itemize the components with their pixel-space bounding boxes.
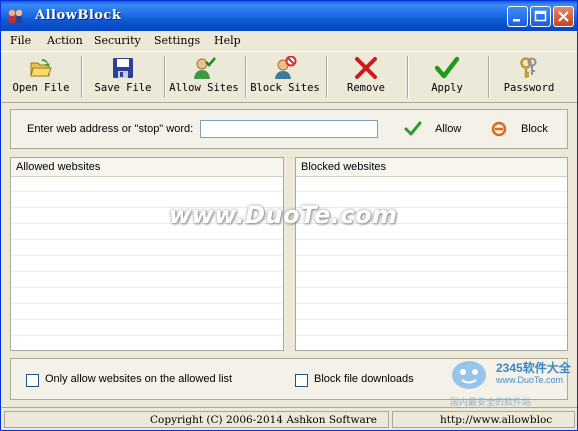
apply-button[interactable]: Apply: [410, 52, 484, 102]
allow-user-icon: [194, 57, 216, 79]
menu-security[interactable]: Security: [94, 34, 141, 47]
menu-bar: File Action Security Settings Help: [1, 31, 577, 51]
blocked-websites-list[interactable]: Blocked websites: [295, 157, 568, 351]
apply-label: Apply: [431, 82, 463, 94]
status-bar: Copyright (C) 2006-2014 Ashkon Software …: [1, 407, 577, 430]
remove-x-icon: [355, 57, 377, 79]
open-file-label: Open File: [12, 82, 70, 94]
block-downloads-checkbox[interactable]: [295, 374, 308, 387]
only-allow-checkbox[interactable]: [26, 374, 39, 387]
floppy-disk-icon: [113, 58, 133, 78]
allowed-websites-list[interactable]: Allowed websites: [10, 157, 284, 351]
tag-watermark: 国内最安全的软件站: [450, 397, 532, 407]
password-keys-icon: [520, 57, 537, 78]
apply-check-icon: [435, 56, 459, 79]
mascot-logo-icon: [452, 361, 486, 389]
window-title: AllowBlock: [35, 8, 122, 23]
app-icon: [7, 8, 25, 24]
only-allow-label[interactable]: Only allow websites on the allowed list: [45, 373, 232, 385]
block-user-icon: [275, 56, 297, 79]
minimize-button[interactable]: [507, 6, 528, 27]
menu-action[interactable]: Action: [47, 34, 83, 47]
block-icon[interactable]: [491, 121, 507, 141]
title-bar[interactable]: AllowBlock: [1, 1, 577, 31]
remove-label: Remove: [347, 82, 385, 94]
url-status: http://www.allowbloc: [392, 411, 575, 428]
duote-watermark: www.DuoTe.com: [169, 201, 398, 229]
block-link[interactable]: Block: [521, 123, 548, 135]
brand-watermark: 2345软件大全: [496, 361, 571, 375]
menu-file[interactable]: File: [10, 34, 31, 47]
save-file-button[interactable]: Save File: [85, 52, 161, 102]
blocked-websites-header[interactable]: Blocked websites: [296, 158, 567, 177]
address-input-panel: Enter web address or "stop" word: Allow …: [10, 109, 568, 149]
allow-link[interactable]: Allow: [435, 123, 461, 135]
password-button[interactable]: Password: [491, 52, 567, 102]
app-window: AllowBlock File Action Security Settings…: [0, 0, 578, 431]
allow-sites-button[interactable]: Allow Sites: [167, 52, 241, 102]
open-file-button[interactable]: Open File: [5, 52, 77, 102]
corner-watermark: 2345软件大全 www.DuoTe.com 国内最安全的软件站: [446, 353, 576, 407]
allowed-websites-header[interactable]: Allowed websites: [11, 158, 283, 177]
allow-sites-label: Allow Sites: [169, 82, 239, 94]
address-prompt: Enter web address or "stop" word:: [27, 123, 194, 135]
allow-check-icon[interactable]: [404, 120, 422, 142]
password-label: Password: [503, 82, 555, 94]
block-sites-label: Block Sites: [250, 82, 320, 94]
close-button[interactable]: [553, 6, 574, 27]
menu-settings[interactable]: Settings: [154, 34, 200, 47]
block-sites-button[interactable]: Block Sites: [248, 52, 322, 102]
toolbar: Open File Save File Allow Sites Block Si…: [1, 51, 577, 103]
block-downloads-label[interactable]: Block file downloads: [314, 373, 414, 385]
remove-button[interactable]: Remove: [329, 52, 403, 102]
maximize-button[interactable]: [530, 6, 551, 27]
copyright-status: Copyright (C) 2006-2014 Ashkon Software: [4, 411, 389, 428]
open-folder-icon: [30, 59, 52, 77]
address-input[interactable]: [200, 120, 378, 138]
menu-help[interactable]: Help: [214, 34, 241, 47]
site-watermark: www.DuoTe.com: [496, 375, 564, 385]
save-file-label: Save File: [94, 82, 152, 94]
